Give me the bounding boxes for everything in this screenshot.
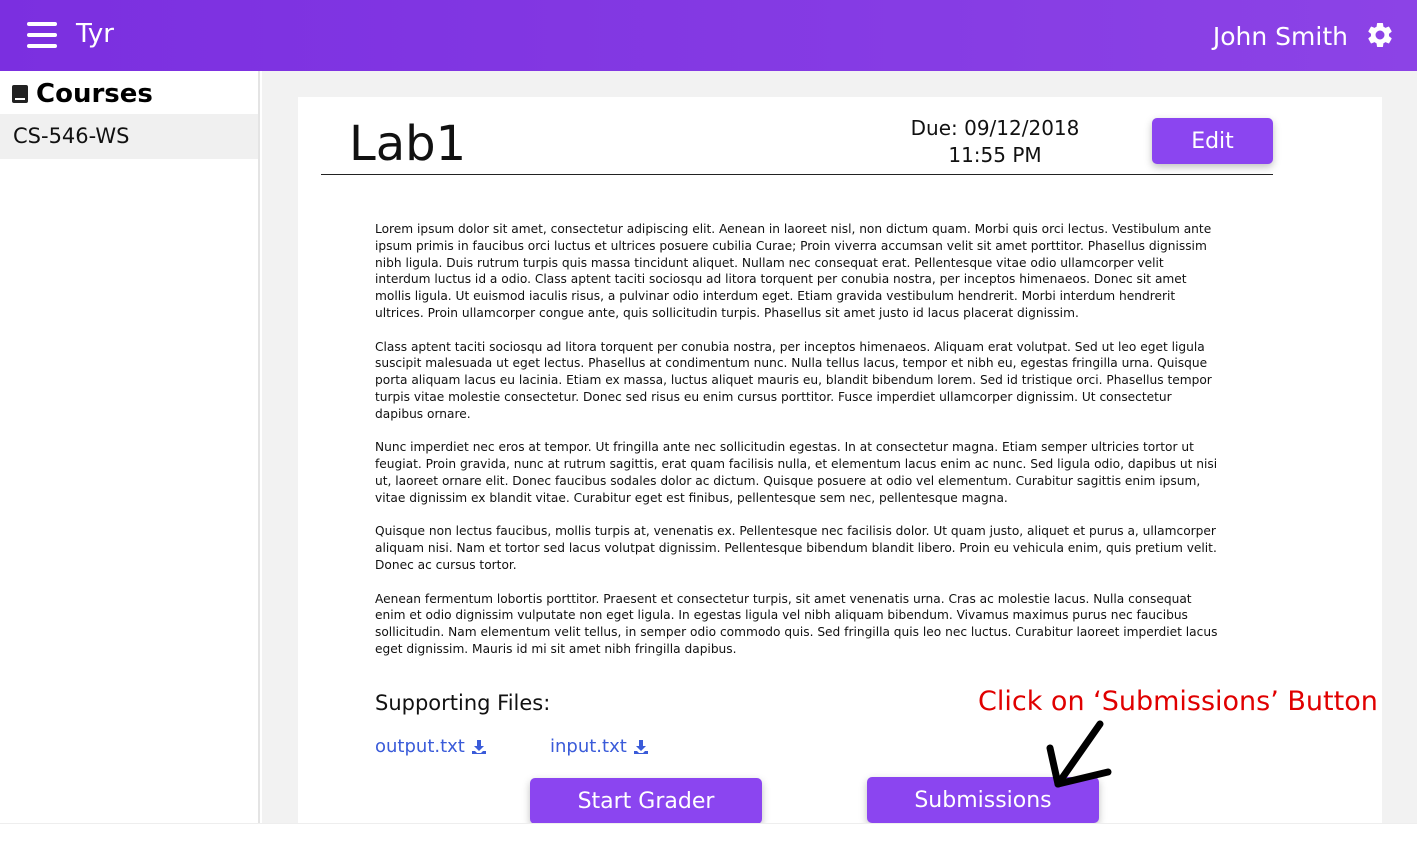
description-paragraph: Class aptent taciti sociosqu ad litora t… — [375, 339, 1212, 421]
file-name[interactable]: input.txt — [550, 736, 627, 757]
sidebar-title: Courses — [36, 79, 153, 109]
assignment-title: Lab1 — [349, 116, 467, 172]
download-icon[interactable] — [633, 739, 649, 755]
sidebar: Courses CS-546-WS — [0, 71, 260, 823]
due-date: Due: 09/12/2018 11:55 PM — [880, 115, 1110, 169]
user-name[interactable]: John Smith — [1213, 22, 1348, 51]
instruction-annotation: Click on ‘Submissions’ Button — [978, 686, 1378, 717]
file-name[interactable]: output.txt — [375, 736, 465, 757]
edit-button[interactable]: Edit — [1152, 118, 1273, 164]
file-link-input[interactable]: input.txt — [550, 736, 649, 757]
description-paragraph: Aenean fermentum lobortis porttitor. Pra… — [375, 591, 1218, 656]
description-paragraph: Nunc imperdiet nec eros at tempor. Ut fr… — [375, 440, 1218, 505]
arrow-icon — [1046, 720, 1112, 788]
top-bar: Tyr John Smith — [0, 0, 1417, 71]
due-date-line: Due: 09/12/2018 — [910, 116, 1080, 140]
book-icon — [12, 85, 28, 103]
bottom-strip — [0, 823, 1417, 865]
description-paragraph: Lorem ipsum dolor sit amet, consectetur … — [375, 222, 1212, 320]
file-link-output[interactable]: output.txt — [375, 736, 487, 757]
sidebar-item-course[interactable]: CS-546-WS — [0, 114, 258, 159]
description-paragraph: Quisque non lectus faucibus, mollis turp… — [375, 524, 1217, 572]
assignment-description: Lorem ipsum dolor sit amet, consectetur … — [375, 221, 1223, 675]
download-icon[interactable] — [471, 739, 487, 755]
hamburger-icon[interactable] — [27, 22, 57, 48]
start-grader-button[interactable]: Start Grader — [530, 778, 762, 824]
due-time-line: 11:55 PM — [948, 143, 1042, 167]
supporting-files-label: Supporting Files: — [375, 691, 551, 715]
gear-icon[interactable] — [1365, 20, 1395, 50]
sidebar-header: Courses — [12, 79, 153, 109]
title-divider — [321, 174, 1273, 175]
app-title: Tyr — [76, 19, 114, 49]
